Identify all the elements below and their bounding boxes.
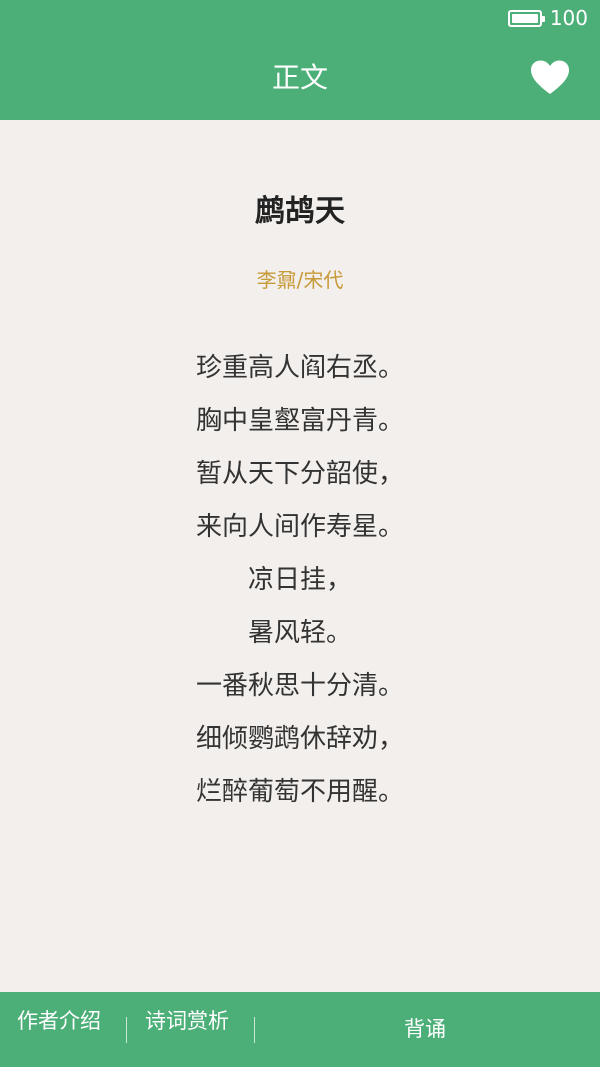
author-intro-tab[interactable]: 作者介绍: [17, 1006, 101, 1036]
status-bar: 100: [507, 6, 588, 30]
app-header: 100 正文: [0, 0, 600, 120]
poem-line: 胸中皇壑富丹青。: [195, 406, 404, 436]
poem-appreciation-tab[interactable]: 诗词赏析: [145, 1006, 229, 1036]
heart-icon[interactable]: [530, 60, 570, 96]
battery-percentage: 100: [549, 6, 588, 30]
battery-icon: [507, 9, 545, 27]
page-title: 正文: [271, 61, 328, 94]
poem-line: 烂醉葡萄不用醒。: [195, 777, 404, 807]
poem-line: 细倾鹦鹉休辞劝，: [195, 724, 404, 754]
poem-line: 暂从天下分韶使，: [195, 459, 404, 489]
tab-divider: [126, 1017, 127, 1043]
poem-line: 珍重高人阎右丞。: [195, 353, 404, 383]
poem-line: 来向人间作寿星。: [195, 512, 404, 542]
recite-button[interactable]: 背诵: [404, 1014, 446, 1044]
bottom-toolbar: 作者介绍 诗词赏析 背诵: [0, 992, 600, 1067]
poem-title: 鹧鸪天: [255, 194, 345, 229]
poem-author-dynasty: 李鼐/宋代: [256, 268, 344, 292]
poem-line: 凉日挂，: [247, 565, 352, 595]
poem-body: 珍重高人阎右丞。 胸中皇壑富丹青。 暂从天下分韶使， 来向人间作寿星。 凉日挂，…: [0, 345, 600, 822]
battery-level-fill: [511, 13, 538, 23]
poem-line: 一番秋思十分清。: [195, 671, 404, 701]
poem-line: 暑风轻。: [247, 618, 352, 648]
tab-divider: [254, 1017, 255, 1043]
